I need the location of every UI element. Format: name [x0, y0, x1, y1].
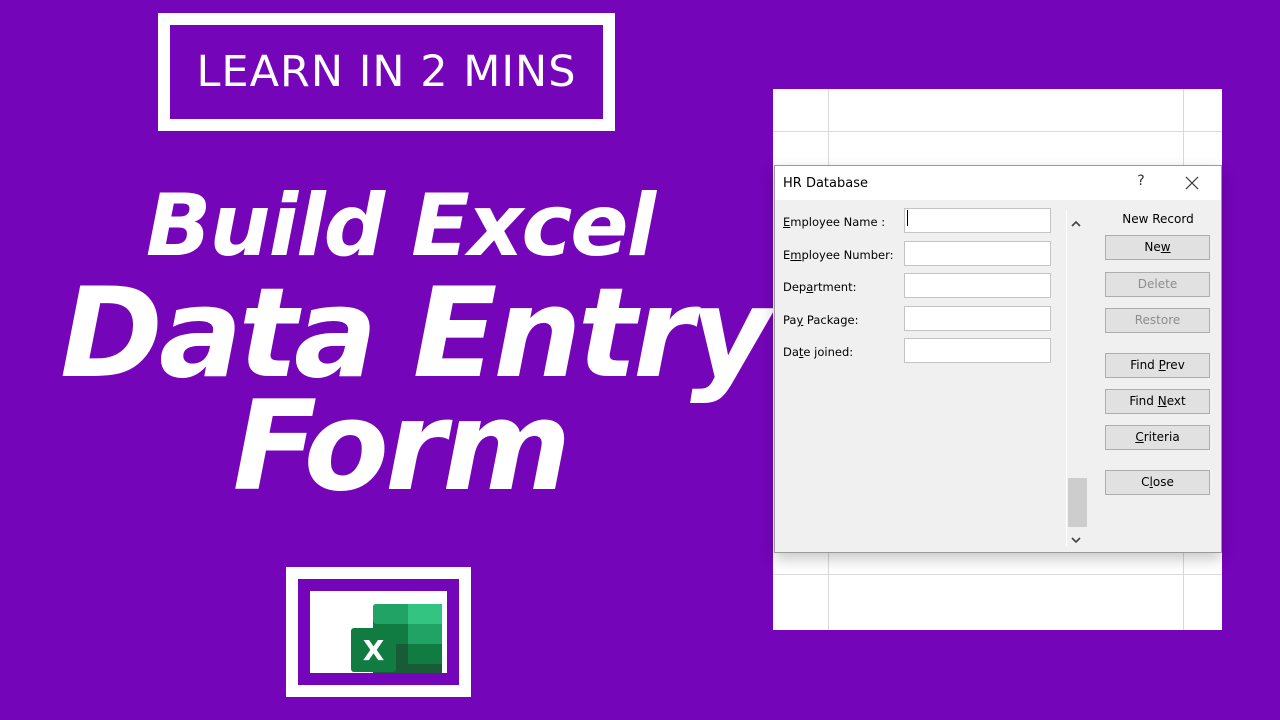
employee-name-label: Employee Name : [783, 215, 885, 229]
learn-badge: LEARN IN 2 MINS [158, 13, 615, 131]
button-accesskey: w [1160, 240, 1171, 254]
chevron-down-icon[interactable] [1069, 531, 1083, 544]
button-text: C [1141, 475, 1150, 489]
pay-package-label: Pay Package: [783, 313, 858, 327]
button-text: rev [1165, 358, 1185, 372]
department-input[interactable] [904, 273, 1051, 298]
button-accesskey: C [1135, 430, 1144, 444]
button-text: Ne [1144, 240, 1161, 254]
scrollbar-thumb[interactable] [1068, 478, 1087, 527]
find-next-button[interactable]: Find Next [1105, 389, 1210, 414]
button-text: Delete [1137, 277, 1178, 291]
button-accesskey: N [1157, 394, 1167, 408]
label-text: Da [783, 345, 799, 359]
button-text: Restore [1134, 313, 1181, 327]
text-cursor [907, 210, 908, 226]
restore-button[interactable]: Restore [1105, 308, 1210, 333]
pay-package-input[interactable] [904, 306, 1051, 331]
headline-line-1: Build Excel [145, 176, 656, 276]
button-text: riteria [1143, 430, 1180, 444]
date-joined-label: Date joined: [783, 345, 853, 359]
new-button[interactable]: New [1105, 235, 1210, 260]
employee-number-input[interactable] [904, 241, 1051, 266]
button-text: Find [1130, 358, 1159, 372]
employee-number-label: Employee Number: [783, 248, 894, 262]
delete-button[interactable]: Delete [1105, 272, 1210, 297]
label-text: mployee Name : [790, 215, 886, 229]
label-text: e joined: [803, 345, 854, 359]
chevron-up-icon[interactable] [1069, 215, 1083, 227]
employee-name-input[interactable] [904, 208, 1051, 233]
button-text: Find [1129, 394, 1158, 408]
dialog-title: HR Database [783, 176, 868, 191]
find-prev-button[interactable]: Find Prev [1105, 353, 1210, 378]
gridline [773, 574, 1222, 575]
date-joined-input[interactable] [904, 338, 1051, 363]
headline-line-3: Form [232, 375, 572, 519]
criteria-button[interactable]: Criteria [1105, 425, 1210, 450]
help-button[interactable]: ? [1131, 173, 1151, 193]
close-button[interactable]: Close [1105, 470, 1210, 495]
data-form-dialog: HR Database ? Employee Name : Employee N… [774, 165, 1222, 553]
badge-text: LEARN IN 2 MINS [196, 47, 577, 97]
label-text: Package: [803, 313, 859, 327]
button-accesskey: P [1158, 358, 1166, 372]
label-accesskey: m [790, 248, 802, 262]
label-text: Pa [783, 313, 797, 327]
button-text: ose [1152, 475, 1174, 489]
excel-logo-frame: X [286, 567, 471, 697]
dialog-titlebar[interactable]: HR Database ? [775, 166, 1221, 200]
scrollbar-divider [1066, 210, 1067, 546]
close-icon[interactable] [1180, 172, 1204, 194]
department-label: Department: [783, 280, 856, 294]
svg-text:X: X [363, 634, 385, 667]
record-status: New Record [1122, 212, 1194, 226]
label-text: Dep [783, 280, 807, 294]
button-text: ext [1166, 394, 1186, 408]
label-text: ployee Number: [801, 248, 894, 262]
excel-logo-icon: X [310, 591, 447, 673]
label-text: rtment: [813, 280, 857, 294]
gridline [773, 131, 1222, 132]
